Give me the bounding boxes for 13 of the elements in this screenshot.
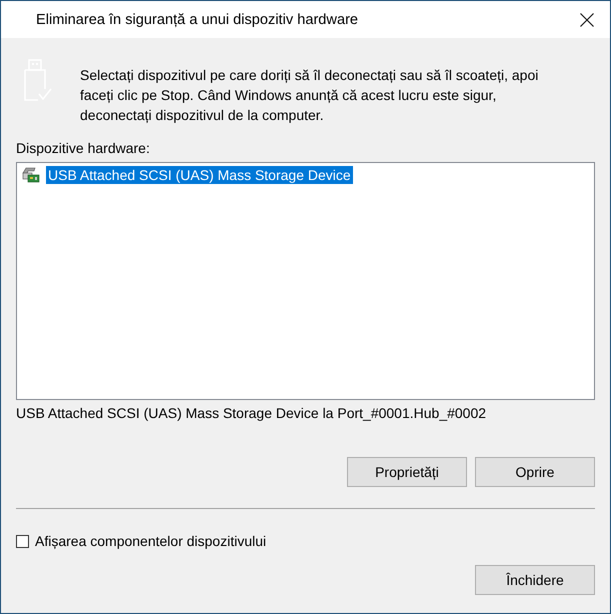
window-title: Eliminarea în siguranță a unui dispozitiv hardware xyxy=(36,12,360,28)
checkbox-label[interactable]: Afișarea componentelor dispozitivului xyxy=(35,532,266,550)
checkbox[interactable] xyxy=(16,534,29,548)
close-icon xyxy=(580,12,594,26)
stop-button[interactable]: Oprire xyxy=(475,457,595,487)
properties-button[interactable]: Proprietăți xyxy=(347,457,467,487)
device-location-text: USB Attached SCSI (UAS) Mass Storage Device la Port_#0001.Hub_#0002 xyxy=(16,404,486,422)
device-list[interactable]: USB Attached SCSI (UAS) Mass Storage Device xyxy=(16,162,595,400)
instructions-text: Selectați dispozitivul pe care doriți să îl deconectați sau să îl scoateți, apoi faceți clic pe Stop. Când Windows anunță că acest lucru este sigur, deconectați dispozitivul de la computer. xyxy=(80,66,540,125)
list-label: Dispozitive hardware: xyxy=(16,139,150,157)
close-dialog-button[interactable]: Închidere xyxy=(475,565,595,595)
storage-device-icon xyxy=(22,167,40,183)
device-list-item[interactable]: USB Attached SCSI (UAS) Mass Storage Device xyxy=(46,166,353,184)
